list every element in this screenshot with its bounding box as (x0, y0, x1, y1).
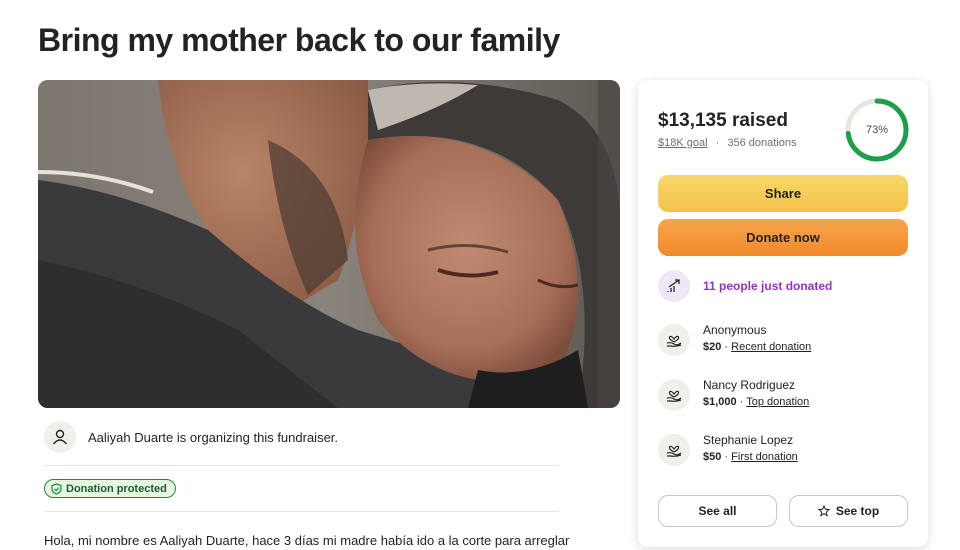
donor-amount: $50 (703, 451, 722, 463)
goal-summary: $18K goal · 356 donations (658, 137, 796, 149)
organizer-text: Aaliyah Duarte is organizing this fundra… (88, 429, 339, 445)
divider (44, 511, 559, 512)
separator: · (715, 137, 720, 149)
shield-icon (51, 482, 62, 495)
donor-tag[interactable]: First donation (731, 451, 798, 463)
donor-name: Stephanie Lopez (703, 433, 794, 447)
donor-meta: $50 · First donation (703, 449, 798, 465)
donor-tag[interactable]: Top donation (746, 396, 809, 408)
recent-activity: 11 people just donated (658, 270, 832, 302)
separator: · (724, 451, 729, 463)
star-icon (817, 505, 830, 517)
heart-hand-icon (658, 324, 690, 356)
see-top-button[interactable]: See top (789, 495, 908, 527)
story-text: Hola, mi nombre es Aaliyah Duarte, hace … (44, 533, 570, 548)
donor-name: Nancy Rodriguez (703, 378, 796, 392)
divider (44, 465, 559, 466)
donor-meta: $1,000 · Top donation (703, 394, 809, 410)
person-icon (44, 421, 76, 453)
share-button[interactable]: Share (658, 175, 908, 212)
donation-card: $13,135 raised $18K goal · 356 donations… (638, 80, 928, 547)
recent-activity-text: 11 people just donated (703, 279, 833, 293)
goal-link[interactable]: $18K goal (658, 137, 708, 149)
separator: · (739, 396, 744, 408)
separator: · (724, 341, 729, 353)
donor-item: Anonymous $20 · Recent donation (658, 322, 811, 356)
heart-hand-icon (658, 379, 690, 411)
donor-meta: $20 · Recent donation (703, 339, 811, 355)
donor-tag[interactable]: Recent donation (731, 341, 811, 353)
see-top-label: See top (835, 504, 880, 518)
page-title: Bring my mother back to our family (38, 22, 560, 58)
progress-percent: 73% (865, 124, 889, 136)
see-all-button[interactable]: See all (658, 495, 777, 527)
donor-amount: $20 (703, 341, 722, 353)
donation-count: 356 donations (727, 137, 797, 149)
campaign-photo (38, 80, 620, 408)
see-all-label: See all (698, 504, 737, 518)
heart-hand-icon (658, 434, 690, 466)
donor-item: Nancy Rodriguez $1,000 · Top donation (658, 377, 809, 411)
trending-up-icon (658, 270, 690, 302)
donor-item: Stephanie Lopez $50 · First donation (658, 432, 798, 466)
donation-protected-badge[interactable]: Donation protected (44, 479, 176, 498)
donation-protected-label: Donation protected (66, 482, 167, 495)
donor-name: Anonymous (703, 323, 767, 337)
donate-now-button[interactable]: Donate now (658, 219, 908, 256)
donor-amount: $1,000 (703, 396, 737, 408)
amount-raised: $13,135 raised (658, 110, 788, 131)
organizer-row: Aaliyah Duarte is organizing this fundra… (44, 421, 338, 453)
